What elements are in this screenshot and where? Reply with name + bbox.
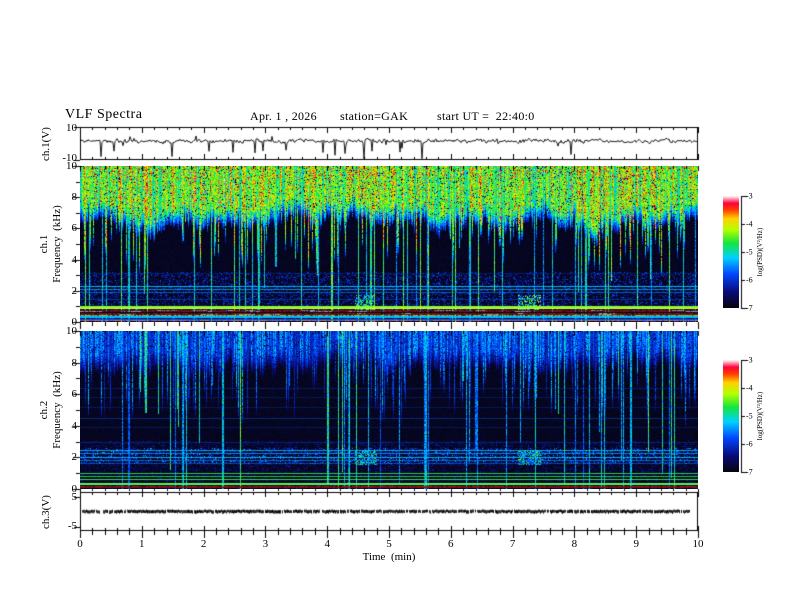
spec2-y-tick-label: 10 xyxy=(66,325,77,337)
colorbar-tick-label: -4 xyxy=(746,383,753,393)
x-tick-label: 0 xyxy=(77,538,83,550)
x-tick-label: 7 xyxy=(509,538,516,550)
spec1-y-tick-label: 10 xyxy=(66,160,77,172)
x-tick-label: 2 xyxy=(200,538,207,550)
colorbar-tick-label: -7 xyxy=(746,303,753,313)
colorbar-tick-label: -5 xyxy=(746,411,753,421)
ch1-ymax-label: 10 xyxy=(66,122,77,134)
colorbar-tick-label: -7 xyxy=(746,467,753,477)
x-tick-label: 10 xyxy=(692,538,704,550)
spec1-channel-ylabel: ch.1 xyxy=(38,234,50,254)
x-tick-label: 8 xyxy=(571,538,578,550)
x-tick-label: 5 xyxy=(386,538,392,550)
spec2-y-tick-label: 6 xyxy=(71,388,78,401)
colorbar2-label: log(PSD)(V²/Hz) xyxy=(756,391,764,441)
x-tick-label: 3 xyxy=(262,538,269,550)
x-axis-title: Time (min) xyxy=(362,551,416,563)
spec2-y-tick-label: 4 xyxy=(71,419,78,432)
colorbar-tick-label: -4 xyxy=(746,219,753,229)
x-tick-label: 1 xyxy=(139,538,145,550)
spec2-y-tick-label: 0 xyxy=(71,483,78,495)
spec2-channel-ylabel: ch.2 xyxy=(38,400,50,420)
ch3-voltage-ylabel: ch.3(V) xyxy=(40,495,52,529)
x-tick-label: 9 xyxy=(633,538,639,550)
ch3-ymin-label: -5 xyxy=(67,520,77,532)
spec1-y-tick-label: 4 xyxy=(71,253,78,266)
colorbar-tick-label: -6 xyxy=(746,439,753,449)
spec1-y-tick-label: 2 xyxy=(71,284,78,297)
colorbar-tick-label: -3 xyxy=(746,191,753,201)
spec2-y-tick-label: 8 xyxy=(71,356,78,369)
axes-ticks-overlay xyxy=(0,0,792,612)
spec1-y-tick-label: 6 xyxy=(71,222,78,235)
x-tick-label: 4 xyxy=(324,538,330,550)
ch1-voltage-ylabel: ch.1(V) xyxy=(40,127,52,161)
colorbar-tick-label: -5 xyxy=(746,247,753,257)
spec1-freq-ylabel: Frequency (kHz) xyxy=(51,205,63,283)
spec1-y-tick-label: 8 xyxy=(71,191,78,204)
spec2-y-tick-label: 2 xyxy=(71,451,78,464)
colorbar-tick-label: -3 xyxy=(746,355,753,365)
colorbar-tick-label: -6 xyxy=(746,275,753,285)
vlf-spectra-plot: VLF Spectra Apr. 1 , 2026 station=GAK st… xyxy=(0,0,792,612)
x-tick-label: 6 xyxy=(448,538,454,550)
spec2-freq-ylabel: Frequency (kHz) xyxy=(51,371,63,449)
colorbar1-label: log(PSD)(V²/Hz) xyxy=(756,227,764,277)
